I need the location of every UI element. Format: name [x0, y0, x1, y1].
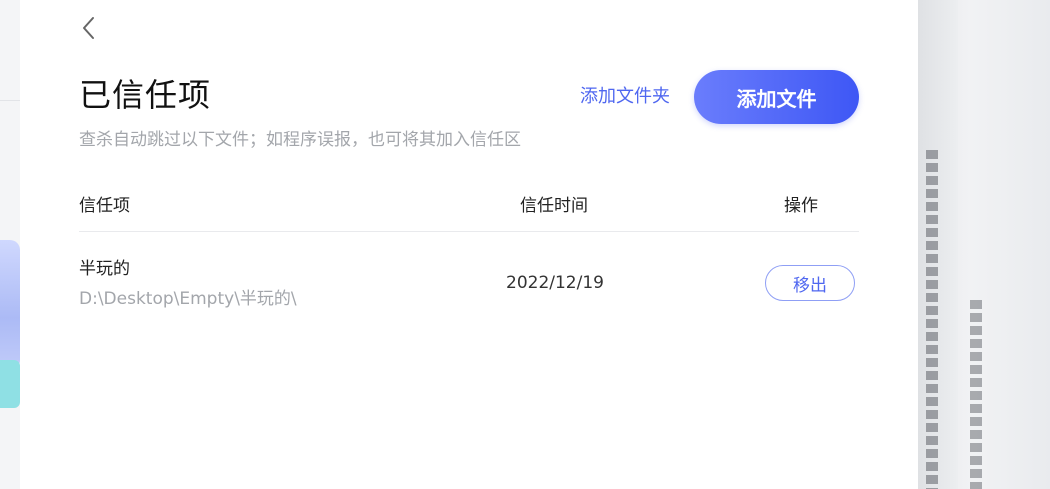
add-file-button[interactable]: 添加文件	[694, 70, 859, 124]
chevron-left-icon	[83, 17, 94, 39]
background-decoration-accent	[0, 360, 20, 408]
back-button[interactable]	[78, 14, 100, 42]
background-right	[918, 0, 1050, 489]
add-folder-link[interactable]: 添加文件夹	[580, 84, 670, 110]
trusted-item-path: D:\Desktop\Empty\半玩的\	[79, 289, 297, 309]
background-left	[0, 0, 20, 489]
trusted-items-panel: 已信任项 查杀自动跳过以下文件；如程序误报，也可将其加入信任区 添加文件夹 添加…	[20, 0, 918, 489]
page-title: 已信任项	[79, 76, 212, 114]
page-subtitle: 查杀自动跳过以下文件；如程序误报，也可将其加入信任区	[79, 130, 521, 150]
trusted-item-name: 半玩的	[79, 259, 130, 279]
background-text-column	[970, 300, 982, 489]
remove-button[interactable]: 移出	[765, 265, 855, 301]
background-text-column	[926, 150, 938, 489]
table-header-divider	[79, 231, 859, 232]
background-shadow	[918, 0, 958, 489]
background-divider	[0, 100, 20, 101]
column-header-action: 操作	[784, 196, 818, 216]
column-header-trusted-time: 信任时间	[520, 196, 588, 216]
background-decoration	[0, 240, 20, 370]
column-header-trusted-item: 信任项	[79, 196, 130, 216]
trusted-item-time: 2022/12/19	[506, 273, 604, 293]
